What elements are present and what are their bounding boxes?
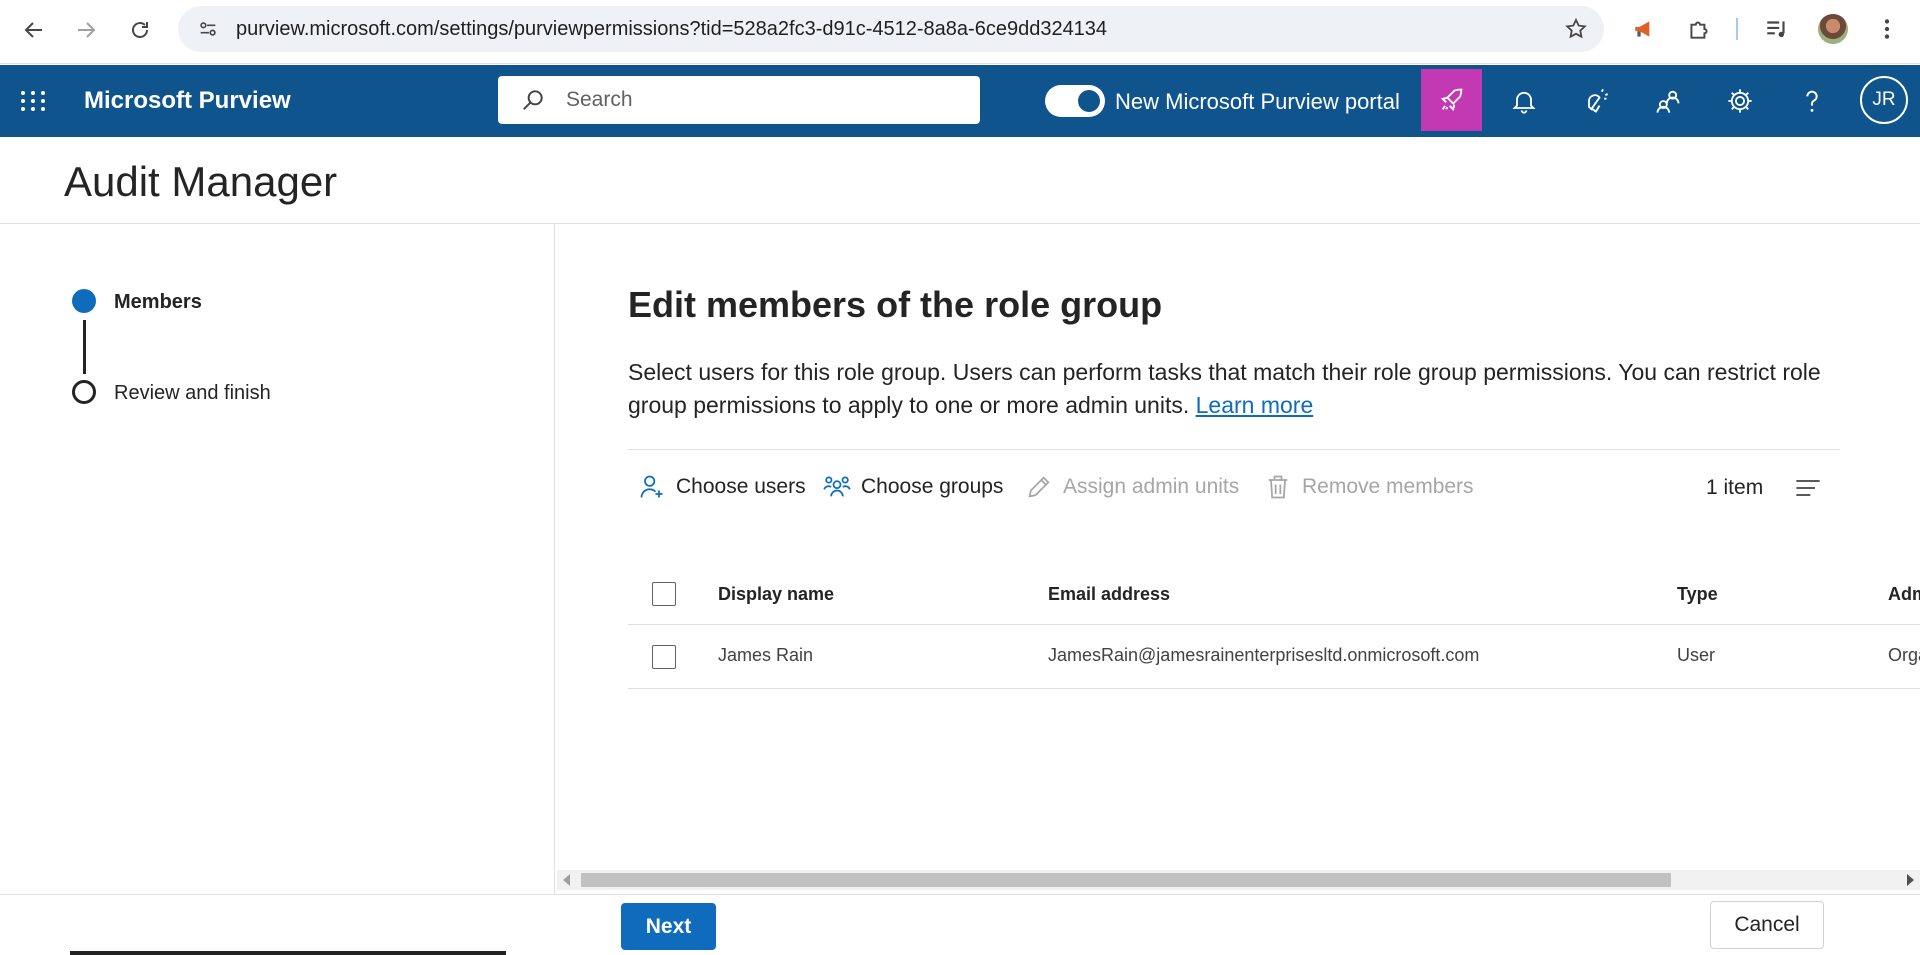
cancel-button[interactable]: Cancel — [1710, 901, 1824, 949]
remove-members-label: Remove members — [1302, 475, 1474, 498]
reload-button[interactable] — [120, 10, 160, 50]
forward-button[interactable] — [66, 10, 106, 50]
notifications-bell-icon[interactable] — [1506, 83, 1542, 119]
section-description: Select users for this role group. Users … — [628, 356, 1868, 422]
filter-lines-icon[interactable] — [1794, 474, 1822, 502]
new-portal-toggle-label: New Microsoft Purview portal — [1115, 89, 1400, 114]
cell-admin-units: Orga — [1888, 645, 1920, 665]
table-header-row: Display name Email address Type Adm — [628, 565, 1920, 625]
media-playlist-icon[interactable] — [1762, 14, 1792, 44]
settings-gear-icon[interactable] — [1722, 83, 1758, 119]
app-launcher-icon[interactable] — [20, 87, 48, 115]
arrow-left-icon — [24, 22, 42, 38]
column-admin-units[interactable]: Adm — [1888, 584, 1920, 605]
search-icon — [523, 90, 543, 110]
site-settings-icon[interactable] — [190, 11, 226, 47]
help-icon[interactable] — [1794, 83, 1830, 119]
cell-email: JamesRain@jamesrainenterprisesltd.onmicr… — [1048, 645, 1480, 665]
browser-toolbar: purview.microsoft.com/settings/purviewpe… — [0, 0, 1920, 64]
remove-members-button[interactable]: Remove members — [1264, 470, 1474, 504]
choose-groups-button[interactable]: Choose groups — [823, 470, 1003, 504]
step-members[interactable]: Members — [114, 291, 202, 314]
page-title: Audit Manager — [64, 158, 338, 205]
choose-groups-label: Choose groups — [861, 475, 1004, 498]
reload-icon — [132, 22, 148, 38]
toolbar-divider — [628, 449, 1840, 450]
back-button[interactable] — [14, 10, 54, 50]
user-avatar[interactable]: JR — [1860, 76, 1908, 124]
toolbar-separator — [1736, 18, 1738, 40]
choose-users-button[interactable]: Choose users — [638, 470, 806, 504]
section-heading: Edit members of the role group — [628, 284, 1163, 325]
trash-icon — [1268, 475, 1288, 499]
taskbar-edge — [70, 951, 506, 955]
scroll-right-arrow-icon[interactable] — [1907, 874, 1914, 886]
step-connector — [83, 320, 86, 374]
step-current-indicator — [72, 289, 96, 313]
community-icon[interactable] — [1650, 83, 1686, 119]
search-placeholder: Search — [566, 88, 633, 111]
rocket-icon — [1440, 88, 1462, 112]
address-bar[interactable]: purview.microsoft.com/settings/purviewpe… — [178, 6, 1604, 52]
browser-profile-avatar[interactable] — [1818, 14, 1848, 44]
megaphone-extension-icon[interactable] — [1630, 14, 1660, 44]
app-header: Microsoft Purview Search New Microsoft P… — [0, 65, 1920, 137]
step-review-and-finish[interactable]: Review and finish — [114, 382, 271, 405]
select-all-checkbox[interactable] — [652, 582, 676, 606]
search-box[interactable]: Search — [498, 76, 980, 124]
column-display-name[interactable]: Display name — [718, 584, 834, 605]
table-row[interactable]: James Rain JamesRain@jamesrainenterprise… — [628, 626, 1920, 689]
browser-menu-icon[interactable] — [1872, 14, 1902, 44]
people-group-icon — [823, 476, 851, 497]
whats-new-icon[interactable] — [1578, 83, 1614, 119]
pencil-icon — [1028, 476, 1050, 498]
add-person-icon — [640, 475, 663, 498]
horizontal-scrollbar[interactable] — [557, 870, 1920, 890]
rocket-button[interactable] — [1421, 69, 1482, 131]
item-count: 1 item — [1706, 476, 1764, 499]
bookmark-star-icon[interactable] — [1564, 17, 1588, 41]
toggle-knob — [1078, 90, 1100, 112]
extensions-puzzle-icon[interactable] — [1684, 14, 1714, 44]
scrollbar-thumb[interactable] — [581, 873, 1671, 887]
app-name[interactable]: Microsoft Purview — [84, 87, 291, 115]
column-email-address[interactable]: Email address — [1048, 584, 1170, 605]
scroll-left-arrow-icon[interactable] — [563, 874, 570, 886]
wizard-footer: Next Cancel — [0, 894, 1920, 955]
learn-more-link[interactable]: Learn more — [1196, 392, 1314, 418]
next-button[interactable]: Next — [621, 903, 716, 950]
choose-users-label: Choose users — [676, 475, 806, 498]
cell-display-name: James Rain — [718, 645, 814, 665]
arrow-right-icon — [78, 22, 96, 38]
url-text: purview.microsoft.com/settings/purviewpe… — [236, 17, 1108, 40]
assign-admin-units-button[interactable]: Assign admin units — [1025, 470, 1239, 504]
step-pending-indicator — [72, 380, 96, 404]
cell-type: User — [1677, 645, 1716, 665]
column-type[interactable]: Type — [1677, 584, 1718, 605]
row-checkbox[interactable] — [652, 645, 676, 669]
assign-admin-units-label: Assign admin units — [1063, 475, 1240, 498]
new-portal-toggle[interactable] — [1045, 85, 1105, 117]
